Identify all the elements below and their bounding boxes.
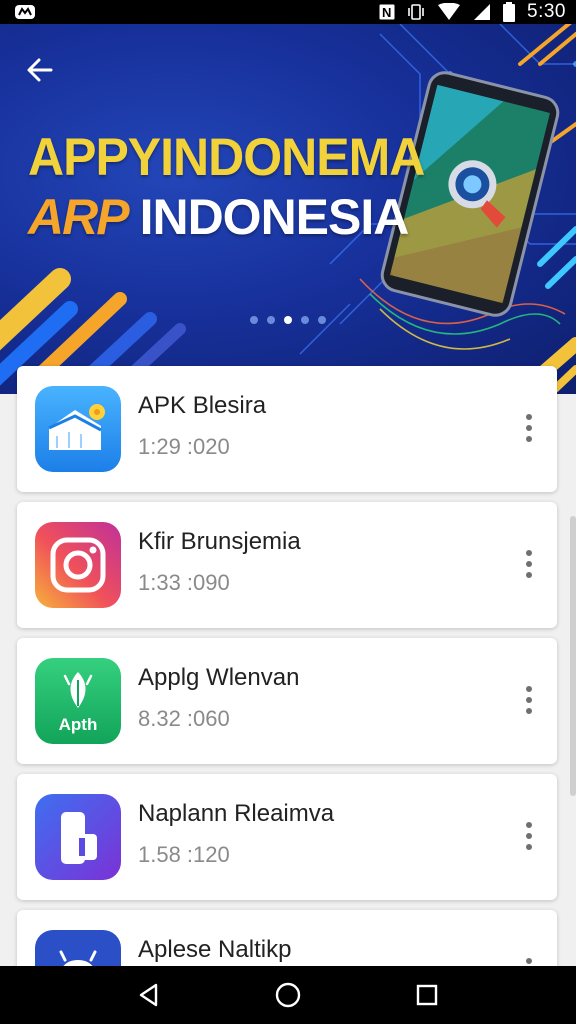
carousel-dot-active[interactable] bbox=[284, 316, 292, 324]
carousel-dot[interactable] bbox=[301, 316, 309, 324]
nav-back-button[interactable] bbox=[119, 970, 179, 1020]
arrow-left-icon bbox=[27, 58, 53, 82]
app-icon-text: Apth bbox=[59, 715, 98, 734]
hero-subtitle: INDONESIA bbox=[139, 189, 410, 245]
status-bar: N 5:30 bbox=[0, 0, 576, 24]
carousel-dot[interactable] bbox=[267, 316, 275, 324]
hero-subtitle-row: ARP INDONESIA bbox=[28, 188, 410, 246]
app-logo: ARP bbox=[28, 189, 130, 245]
app-meta: 1:33 :090 bbox=[138, 570, 230, 595]
back-button[interactable] bbox=[18, 48, 62, 92]
app-list-item[interactable]: Kfir Brunsjemia 1:33 :090 bbox=[17, 502, 557, 628]
more-options-button[interactable] bbox=[517, 678, 541, 722]
hero-title: APPYINDONEMA bbox=[28, 127, 425, 187]
android-leaf-icon: Apth bbox=[35, 658, 121, 744]
instagram-camera-icon bbox=[35, 522, 121, 608]
app-name: Naplann Rleaimva bbox=[138, 800, 335, 827]
wifi-icon bbox=[437, 3, 461, 21]
more-options-button[interactable] bbox=[517, 542, 541, 586]
back-triangle-icon bbox=[140, 983, 158, 1007]
battery-icon bbox=[503, 2, 516, 22]
folder-house-icon bbox=[35, 386, 121, 472]
app-name: Applg Wlenvan bbox=[138, 664, 300, 691]
navigation-bar bbox=[0, 966, 576, 1024]
app-list-item[interactable]: APK Blesira 1:29 :020 bbox=[17, 366, 557, 492]
app-name: Kfir Brunsjemia bbox=[138, 528, 301, 555]
app-meta: 8.32 :060 bbox=[138, 706, 230, 731]
status-time: 5:30 bbox=[527, 1, 566, 22]
app-screen: N 5:30 APPYINDONEMA ARP INDONESIA APK Bl… bbox=[0, 0, 576, 1024]
recents-square-icon bbox=[416, 984, 437, 1006]
svg-text:N: N bbox=[382, 5, 391, 20]
carousel-indicator bbox=[250, 316, 326, 324]
app-list: APK Blesira 1:29 :020 Kfir Brunsjemia 1:… bbox=[17, 366, 557, 1024]
nav-home-button[interactable] bbox=[258, 970, 318, 1020]
app-meta: 1:29 :020 bbox=[138, 434, 230, 459]
scrollbar[interactable] bbox=[570, 516, 576, 796]
carousel-dot[interactable] bbox=[318, 316, 326, 324]
hero-banner[interactable]: APPYINDONEMA ARP INDONESIA bbox=[0, 24, 576, 394]
signal-icon bbox=[473, 3, 491, 21]
carousel-dot[interactable] bbox=[250, 316, 258, 324]
phone-tab-icon bbox=[35, 794, 121, 880]
vibrate-icon bbox=[407, 4, 425, 20]
home-circle-icon bbox=[275, 982, 301, 1008]
app-list-item[interactable]: Naplann Rleaimva 1.58 :120 bbox=[17, 774, 557, 900]
app-name: APK Blesira bbox=[138, 392, 267, 419]
app-meta: 1.58 :120 bbox=[138, 842, 230, 867]
nav-recents-button[interactable] bbox=[397, 970, 457, 1020]
app-list-item[interactable]: Apth Applg Wlenvan 8.32 :060 bbox=[17, 638, 557, 764]
more-options-button[interactable] bbox=[517, 814, 541, 858]
app-notification-icon bbox=[14, 4, 36, 20]
app-name: Aplese Naltikp bbox=[138, 936, 292, 963]
nfc-icon: N bbox=[379, 4, 395, 20]
more-options-button[interactable] bbox=[517, 406, 541, 450]
